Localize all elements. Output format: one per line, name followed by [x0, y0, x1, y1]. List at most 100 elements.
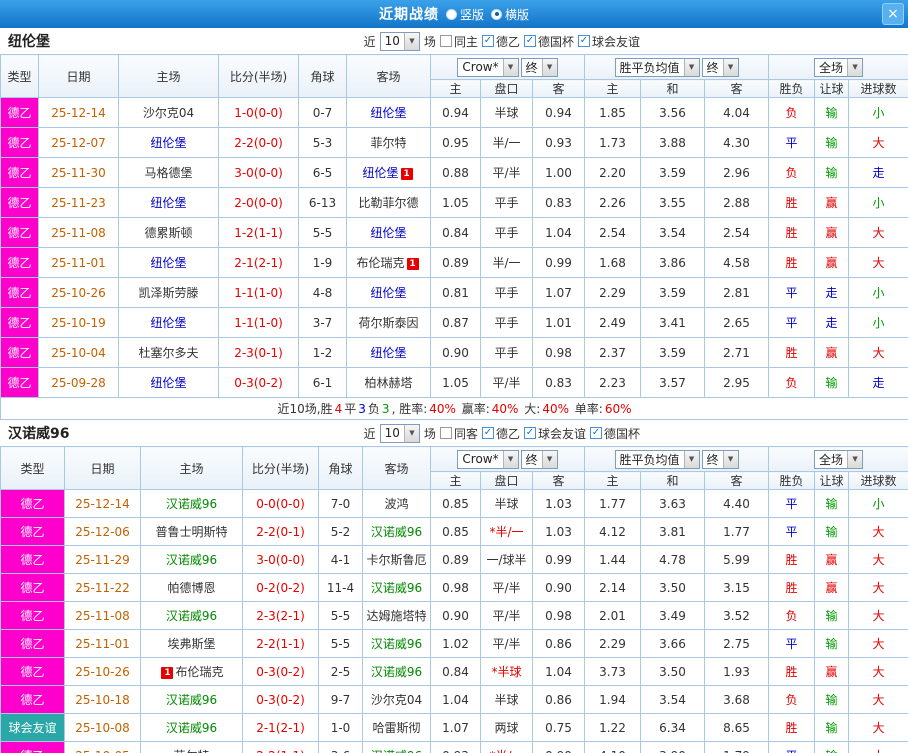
sub-column-header: 让球	[814, 79, 850, 98]
league-type-cell: 德乙	[0, 307, 39, 338]
away-team-name[interactable]: 汉诺威96	[371, 525, 422, 539]
filter-checkbox[interactable]: ✓ 德国杯	[523, 33, 574, 50]
close-button[interactable]: ×	[882, 3, 904, 25]
away-team-name[interactable]: 纽伦堡	[362, 166, 398, 180]
away-team-name[interactable]: 纽伦堡	[370, 226, 406, 240]
avg-away-cell: 3.15	[704, 573, 770, 602]
home-team-name[interactable]: 布伦瑞克	[175, 665, 223, 679]
away-odds-cell: 0.99	[531, 247, 586, 278]
home-team-name[interactable]: 纽伦堡	[150, 196, 186, 210]
away-team-cell: 波鸿	[362, 489, 431, 518]
away-team-cell: 纽伦堡	[346, 337, 431, 368]
home-team-name[interactable]: 汉诺威96	[166, 553, 217, 567]
away-team-name[interactable]: 纽伦堡	[370, 286, 406, 300]
scope-select[interactable]: 全场 ▼	[814, 57, 864, 77]
away-team-name[interactable]: 汉诺威96	[371, 581, 422, 595]
away-team-name[interactable]: 荷尔斯泰因	[358, 316, 418, 330]
summary-segment: 负	[367, 402, 380, 416]
home-team-name[interactable]: 沙尔克04	[143, 106, 194, 120]
home-team-name[interactable]: 汉诺威96	[166, 721, 217, 735]
avg-draw-cell: 3.50	[640, 573, 706, 602]
away-team-name[interactable]: 卡尔斯鲁厄	[366, 553, 426, 567]
avg-home-cell: 2.49	[584, 307, 642, 338]
filter-checkbox[interactable]: ✓ 德乙	[481, 425, 520, 442]
scope-select[interactable]: 全场 ▼	[814, 449, 864, 469]
corners-cell: 9-7	[318, 685, 363, 714]
result-cell: 平	[768, 517, 816, 546]
home-team-name[interactable]: 帕德博恩	[167, 581, 215, 595]
home-team-name[interactable]: 纽伦堡	[150, 316, 186, 330]
away-team-name[interactable]: 比勒菲尔德	[358, 196, 418, 210]
home-team-name[interactable]: 汉诺威96	[166, 609, 217, 623]
score-cell: 2-2(1-1)	[242, 741, 319, 753]
sub-column-header: 进球数	[848, 79, 908, 98]
away-team-name[interactable]: 纽伦堡	[370, 106, 406, 120]
filter-checkbox[interactable]: ✓ 德乙	[481, 33, 520, 50]
home-team-name[interactable]: 菲尔特	[173, 749, 209, 753]
away-team-name[interactable]: 哈雷斯彻	[372, 721, 420, 735]
avg-home-cell: 2.54	[584, 217, 642, 248]
result-cell: 胜	[768, 713, 816, 742]
away-odds-cell: 0.83	[531, 367, 586, 398]
away-team-name[interactable]: 波鸿	[384, 497, 408, 511]
match-count-select[interactable]: 10 ▼	[379, 423, 420, 443]
avg-draw-cell: 3.59	[640, 337, 706, 368]
corners-cell: 5-2	[318, 517, 363, 546]
away-team-name[interactable]: 柏林赫塔	[364, 376, 412, 390]
home-team-name[interactable]: 凯泽斯劳滕	[138, 286, 198, 300]
filter-checkbox[interactable]: 同主	[439, 33, 478, 50]
radio-vertical-label: 竖版	[459, 7, 484, 22]
handicap-result-cell: 输	[814, 685, 850, 714]
away-team-name[interactable]: 达姆施塔特	[366, 609, 426, 623]
away-team-cell: 汉诺威96	[362, 573, 431, 602]
bookmaker-select[interactable]: Crow* ▼	[457, 449, 519, 469]
avg-odds-select[interactable]: 胜平负均值 ▼	[614, 57, 700, 77]
filter-checkbox[interactable]: ✓ 球会友谊	[577, 33, 640, 50]
away-team-name[interactable]: 菲尔特	[370, 136, 406, 150]
away-odds-cell: 1.03	[531, 489, 586, 518]
home-team-name[interactable]: 汉诺威96	[166, 497, 217, 511]
avg-away-cell: 8.65	[704, 713, 770, 742]
score-cell: 2-2(0-1)	[242, 517, 319, 546]
odds-stage-select[interactable]: 终 ▼	[520, 449, 558, 469]
date-cell: 25-11-23	[38, 187, 119, 218]
away-team-name[interactable]: 汉诺威96	[371, 665, 422, 679]
avg-stage-select[interactable]: 终 ▼	[701, 449, 739, 469]
avg-odds-select[interactable]: 胜平负均值 ▼	[614, 449, 700, 469]
score-cell: 0-3(0-2)	[242, 685, 319, 714]
home-team-name[interactable]: 纽伦堡	[150, 136, 186, 150]
checkbox-icon: ✓	[523, 35, 536, 47]
odds-stage-select[interactable]: 终 ▼	[520, 57, 558, 77]
checkbox-label: 同主	[453, 34, 478, 49]
home-odds-cell: 0.84	[430, 217, 481, 248]
away-team-name[interactable]: 汉诺威96	[371, 749, 422, 753]
home-team-name[interactable]: 埃弗斯堡	[167, 637, 215, 651]
home-team-cell: 埃弗斯堡	[140, 629, 243, 658]
home-team-name[interactable]: 普鲁士明斯特	[155, 525, 227, 539]
radio-horizontal[interactable]: 横版	[491, 6, 529, 23]
away-team-name[interactable]: 布伦瑞克	[356, 256, 404, 270]
filter-checkbox[interactable]: ✓ 球会友谊	[523, 425, 586, 442]
filter-checkbox[interactable]: 同客	[439, 425, 478, 442]
avg-away-cell: 3.68	[704, 685, 770, 714]
handicap-cell: *半球	[480, 657, 533, 686]
away-team-name[interactable]: 纽伦堡	[370, 346, 406, 360]
avg-stage-select[interactable]: 终 ▼	[701, 57, 739, 77]
filter-checkbox[interactable]: ✓ 德国杯	[589, 425, 640, 442]
home-team-name[interactable]: 纽伦堡	[150, 256, 186, 270]
away-team-name[interactable]: 汉诺威96	[371, 637, 422, 651]
radio-vertical[interactable]: 竖版	[445, 6, 484, 23]
home-team-name[interactable]: 德累斯顿	[144, 226, 192, 240]
home-team-name[interactable]: 马格德堡	[144, 166, 192, 180]
checkbox-label: 德国杯	[537, 34, 574, 49]
away-team-name[interactable]: 沙尔克04	[371, 693, 422, 707]
home-team-name[interactable]: 汉诺威96	[166, 693, 217, 707]
checkbox-icon	[439, 35, 452, 47]
bookmaker-select-value: Crow*	[462, 452, 499, 466]
handicap-cell: 平/半	[480, 629, 533, 658]
bookmaker-select[interactable]: Crow* ▼	[457, 57, 519, 77]
home-team-name[interactable]: 杜塞尔多夫	[138, 346, 198, 360]
column-header: 日期	[38, 54, 119, 98]
home-team-name[interactable]: 纽伦堡	[150, 376, 186, 390]
match-count-select[interactable]: 10 ▼	[379, 31, 420, 51]
